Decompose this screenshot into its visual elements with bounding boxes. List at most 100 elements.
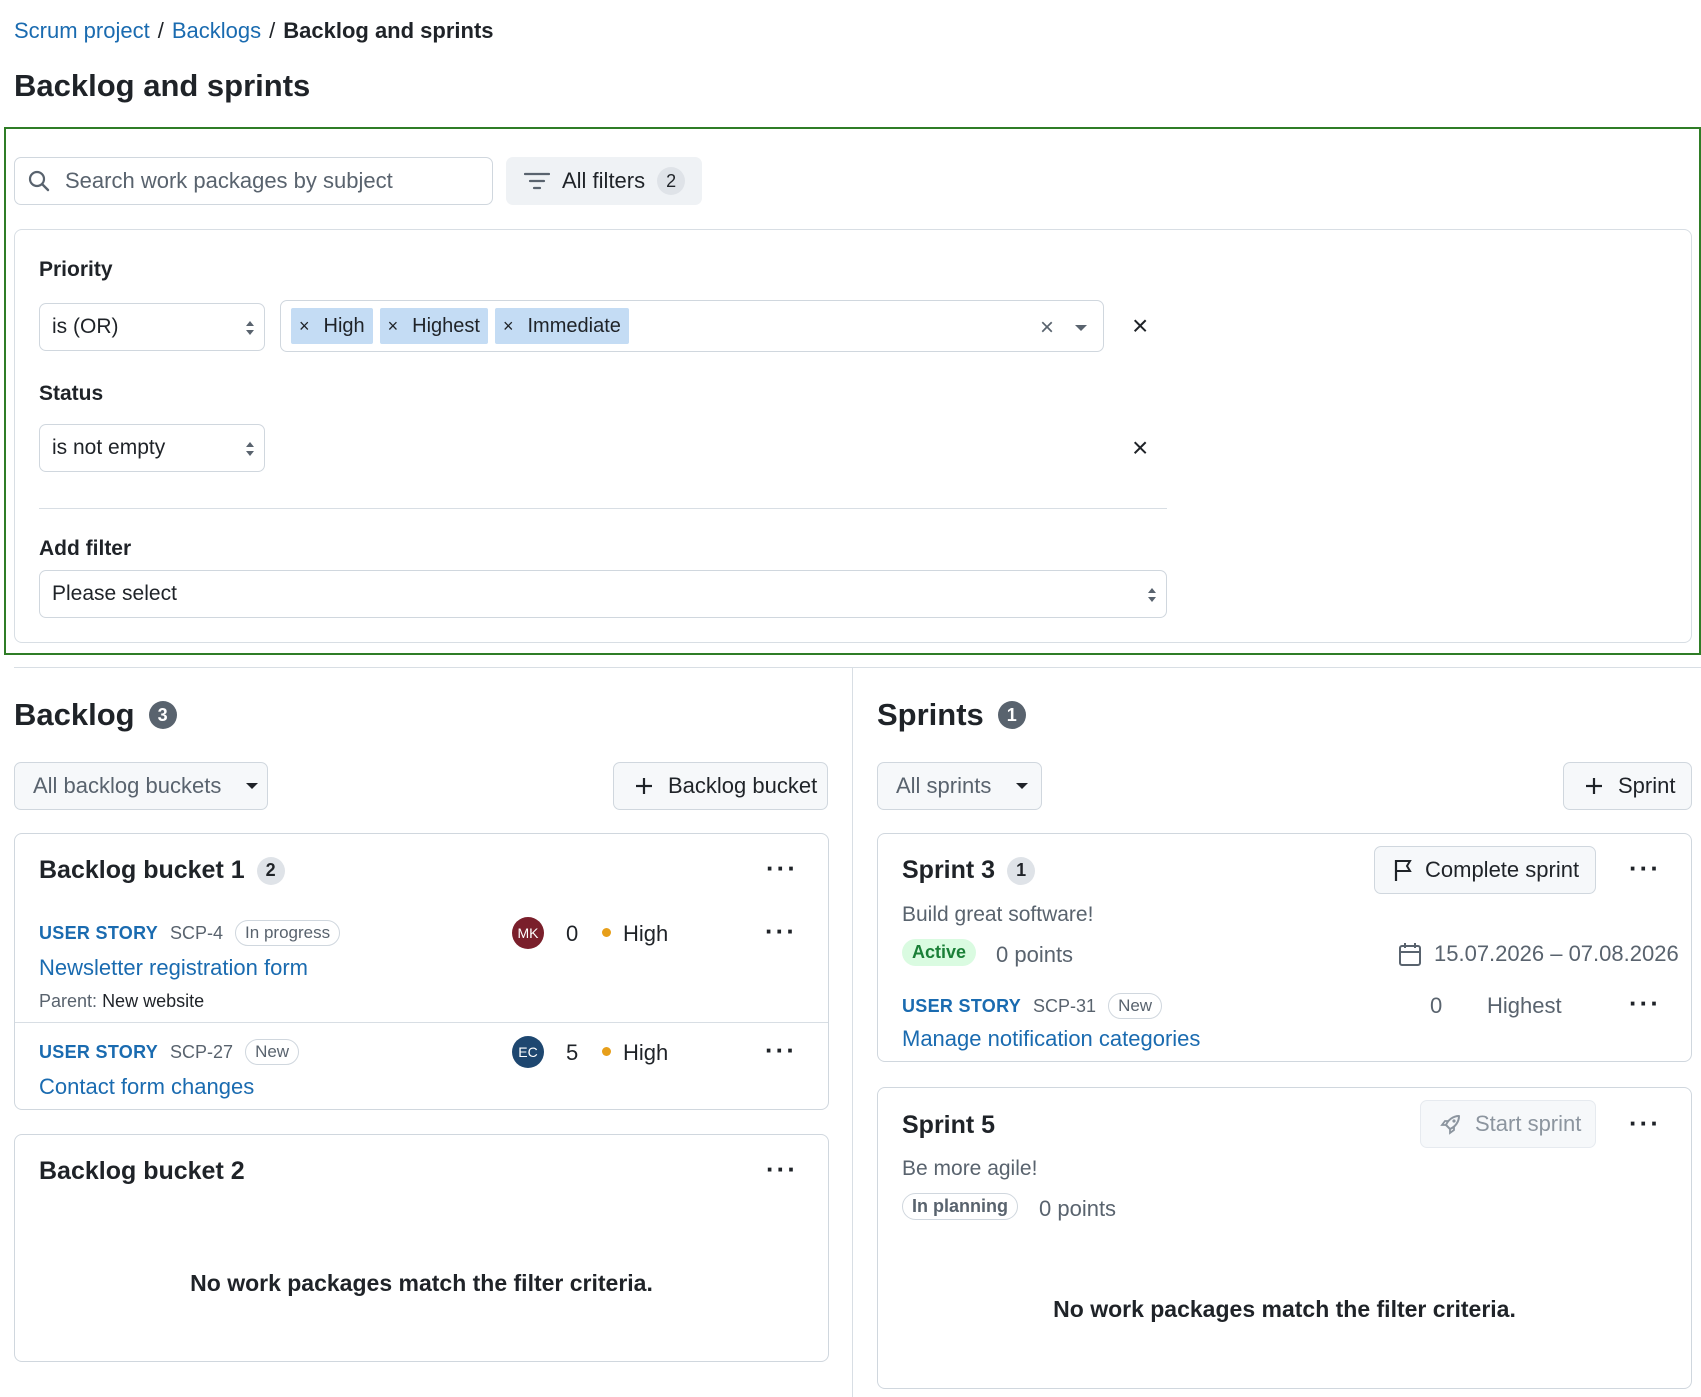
work-package-subject-link[interactable]: Contact form changes xyxy=(39,1074,254,1100)
work-package-subject-link[interactable]: Manage notification categories xyxy=(902,1026,1200,1052)
sprint-title: Sprint 3 xyxy=(902,856,996,884)
chevron-down-icon[interactable] xyxy=(1073,323,1089,333)
status-operator-value: is not empty xyxy=(52,436,166,459)
search-input[interactable] xyxy=(65,168,465,194)
more-options-icon[interactable]: ··· xyxy=(765,918,797,944)
parent-link[interactable]: New website xyxy=(102,991,204,1011)
all-filters-label: All filters xyxy=(562,168,646,193)
work-package-meta: USER STORY SCP-31 New xyxy=(902,993,1163,1019)
select-arrows-icon xyxy=(1148,588,1156,602)
add-sprint-button[interactable]: Sprint xyxy=(1563,762,1692,810)
status-badge: In progress xyxy=(235,920,341,946)
breadcrumb-separator: / xyxy=(269,18,276,43)
breadcrumb-separator: / xyxy=(157,18,164,43)
sprint-filter-select[interactable]: All sprints xyxy=(877,762,1042,810)
sprint-points: 0 points xyxy=(996,942,1074,967)
sprint-dates: 15.07.2026 – 07.08.2026 xyxy=(1434,941,1679,966)
priority-chip-immediate: × Immediate xyxy=(494,308,629,344)
sprint-state-badge: In planning xyxy=(902,1193,1018,1220)
sprints-count: 1 xyxy=(997,701,1026,729)
all-filters-button[interactable]: All filters 2 xyxy=(506,157,702,205)
search-field[interactable] xyxy=(14,157,493,205)
select-arrows-icon xyxy=(246,442,254,456)
remove-status-filter-icon[interactable]: × xyxy=(1132,434,1148,462)
chip-remove-icon[interactable]: × xyxy=(295,316,314,337)
sprint-state-badge: Active xyxy=(902,939,977,966)
work-package-type: USER STORY xyxy=(39,922,159,943)
story-points: 5 xyxy=(566,1040,579,1065)
chip-label: Highest xyxy=(412,314,480,337)
status-badge: New xyxy=(1108,993,1163,1019)
search-icon xyxy=(28,170,50,192)
priority-operator-value: is (OR) xyxy=(52,315,119,338)
work-package-parent: Parent: New website xyxy=(39,991,204,1012)
work-package-type: USER STORY xyxy=(902,995,1022,1016)
sprints-heading: Sprints 1 xyxy=(877,697,1026,733)
add-backlog-bucket-label: Backlog bucket xyxy=(668,773,818,798)
all-filters-count: 2 xyxy=(657,167,686,195)
priority-chip-highest: × Highest xyxy=(379,308,488,344)
complete-sprint-button[interactable]: Complete sprint xyxy=(1374,846,1596,894)
avatar[interactable]: MK xyxy=(512,917,544,949)
more-options-icon[interactable]: ··· xyxy=(766,855,798,881)
empty-state-message: No work packages match the filter criter… xyxy=(190,1270,653,1296)
chevron-down-icon xyxy=(246,782,259,789)
sprint-header: Sprint 5 xyxy=(902,1111,995,1140)
start-sprint-button[interactable]: Start sprint xyxy=(1420,1100,1596,1148)
backlog-bucket-header: Backlog bucket 2 xyxy=(39,1157,245,1186)
work-package-id[interactable]: SCP-31 xyxy=(1033,996,1096,1017)
calendar-icon xyxy=(1399,943,1421,966)
more-options-icon[interactable]: ··· xyxy=(1629,855,1661,881)
breadcrumb-backlogs-link[interactable]: Backlogs xyxy=(172,18,261,44)
chip-remove-icon[interactable]: × xyxy=(384,316,403,337)
plus-icon xyxy=(636,778,652,794)
work-package-meta: USER STORY SCP-27 New xyxy=(39,1039,300,1065)
sprint-count: 1 xyxy=(1007,856,1036,885)
more-options-icon[interactable]: ··· xyxy=(1629,990,1661,1016)
priority-value: High xyxy=(623,921,669,946)
clear-values-icon[interactable]: × xyxy=(1040,314,1054,342)
priority-operator-select[interactable]: is (OR) xyxy=(39,303,265,351)
chip-remove-icon[interactable]: × xyxy=(499,316,518,337)
breadcrumb-project-link[interactable]: Scrum project xyxy=(14,18,150,44)
backlog-bucket-count: 2 xyxy=(256,856,285,885)
backlog-bucket-filter-select[interactable]: All backlog buckets xyxy=(14,762,268,810)
more-options-icon[interactable]: ··· xyxy=(766,1156,798,1182)
sprint-description: Be more agile! xyxy=(902,1157,1038,1180)
more-options-icon[interactable]: ··· xyxy=(765,1037,797,1063)
status-badge: New xyxy=(245,1039,300,1065)
add-backlog-bucket-button[interactable]: Backlog bucket xyxy=(613,762,828,810)
story-points: 0 xyxy=(1430,993,1443,1018)
page-title: Backlog and sprints xyxy=(14,68,311,103)
plus-icon xyxy=(1586,778,1602,794)
chip-label: High xyxy=(323,314,365,337)
breadcrumb-current: Backlog and sprints xyxy=(283,18,494,43)
sprints-title: Sprints xyxy=(877,697,984,732)
sprint-header: Sprint 3 1 xyxy=(902,856,1036,885)
add-filter-select[interactable]: Please select xyxy=(39,570,1167,618)
story-points: 0 xyxy=(566,921,579,946)
complete-sprint-label: Complete sprint xyxy=(1425,857,1580,882)
avatar[interactable]: EC xyxy=(512,1036,544,1068)
rocket-icon xyxy=(1440,1115,1460,1135)
remove-priority-filter-icon[interactable]: × xyxy=(1132,312,1148,340)
section-divider xyxy=(14,667,1701,668)
work-package-id[interactable]: SCP-27 xyxy=(170,1042,233,1063)
status-operator-select[interactable]: is not empty xyxy=(39,424,265,472)
backlog-title: Backlog xyxy=(14,697,135,732)
status-filter-label: Status xyxy=(39,382,104,405)
backlog-bucket-header: Backlog bucket 1 2 xyxy=(39,856,285,885)
flag-icon xyxy=(1394,860,1412,881)
priority-values-multiselect[interactable]: × High × Highest × Immediate xyxy=(280,300,1104,352)
parent-label: Parent: xyxy=(39,991,98,1011)
chevron-down-icon xyxy=(1016,782,1029,789)
add-filter-value: Please select xyxy=(52,582,177,605)
more-options-icon[interactable]: ··· xyxy=(1629,1110,1661,1136)
backlog-bucket-title: Backlog bucket 1 xyxy=(39,856,245,884)
add-sprint-label: Sprint xyxy=(1618,773,1676,798)
work-package-subject-link[interactable]: Newsletter registration form xyxy=(39,955,308,981)
priority-dot xyxy=(602,1047,611,1056)
priority-dot xyxy=(602,928,611,937)
filter-icon xyxy=(524,172,550,190)
work-package-id[interactable]: SCP-4 xyxy=(170,923,223,944)
